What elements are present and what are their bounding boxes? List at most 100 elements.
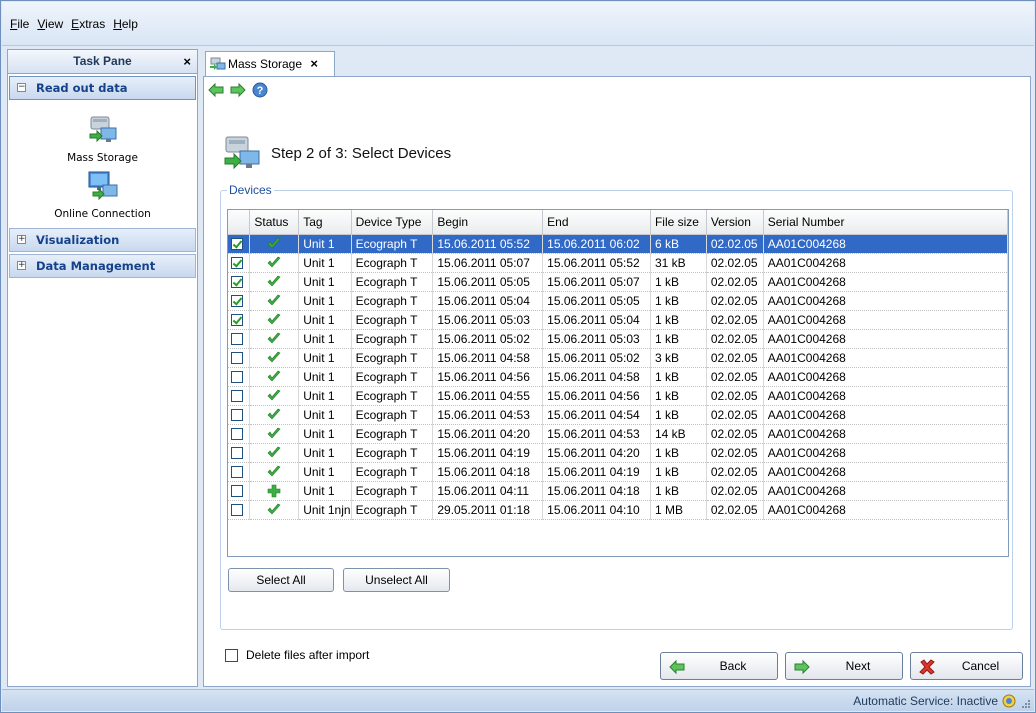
- table-row[interactable]: Unit 1 Ecograph T 15.06.2011 04:58 15.06.20…: [228, 348, 1008, 368]
- column-header-status[interactable]: Status: [249, 210, 300, 235]
- table-row[interactable]: Unit 1 Ecograph T 15.06.2011 04:19 15.06.20…: [228, 443, 1008, 463]
- row-checkbox-cell[interactable]: [228, 253, 251, 273]
- row-checkbox-cell[interactable]: [228, 367, 251, 387]
- row-checkbox-cell[interactable]: [228, 234, 251, 254]
- row-checkbox[interactable]: [231, 352, 243, 365]
- column-header-end[interactable]: End: [542, 210, 651, 235]
- table-row[interactable]: Unit 1 Ecograph T 15.06.2011 05:05 15.06.20…: [228, 272, 1008, 292]
- row-checkbox-cell[interactable]: [228, 462, 251, 482]
- row-checkbox[interactable]: [231, 390, 243, 403]
- task-item-label: Online Connection: [54, 208, 151, 220]
- column-header-tag[interactable]: Tag: [298, 210, 352, 235]
- back-arrow-icon[interactable]: [208, 82, 224, 98]
- row-checkbox-cell[interactable]: [228, 291, 251, 311]
- serial-number-cell: AA01C004268: [763, 500, 1008, 520]
- menu-item-help[interactable]: Help: [113, 17, 138, 31]
- service-status-icon[interactable]: [1001, 693, 1017, 709]
- expand-icon[interactable]: +: [17, 235, 26, 244]
- menu-item-file[interactable]: File: [10, 17, 29, 31]
- section-read-out-data[interactable]: − Read out data: [9, 76, 196, 100]
- devices-table[interactable]: Status Tag Device Type Begin End File size Ver…: [227, 209, 1009, 557]
- end-cell: 15.06.2011 05:05: [542, 291, 651, 311]
- table-row[interactable]: Unit 1 Ecograph T 15.06.2011 04:53 15.06.20…: [228, 405, 1008, 425]
- row-checkbox[interactable]: [231, 314, 243, 327]
- tab-close-icon[interactable]: ×: [310, 52, 318, 76]
- row-checkbox-cell[interactable]: [228, 272, 251, 292]
- unselect-all-button[interactable]: Unselect All: [343, 568, 450, 592]
- section-visualization[interactable]: + Visualization: [9, 228, 196, 252]
- toolbar: ?: [208, 81, 268, 99]
- menu-item-view[interactable]: View: [37, 17, 63, 31]
- row-checkbox-cell[interactable]: [228, 348, 251, 368]
- table-row[interactable]: Unit 1njn Ecograph T 29.05.2011 01:18 15.06…: [228, 500, 1008, 520]
- column-header-file-size[interactable]: File size: [650, 210, 707, 235]
- version-cell: 02.02.05: [706, 291, 764, 311]
- table-row[interactable]: Unit 1 Ecograph T 15.06.2011 05:52 15.06.20…: [228, 234, 1008, 254]
- collapse-icon[interactable]: −: [17, 83, 26, 92]
- table-row[interactable]: Unit 1 Ecograph T 15.06.2011 05:02 15.06.20…: [228, 329, 1008, 349]
- task-item-online-connection[interactable]: Online Connection: [8, 170, 197, 220]
- select-all-button[interactable]: Select All: [228, 568, 334, 592]
- serial-number-cell: AA01C004268: [763, 310, 1008, 330]
- row-checkbox-cell[interactable]: [228, 443, 251, 463]
- help-icon[interactable]: ?: [252, 82, 268, 98]
- expand-icon[interactable]: +: [17, 261, 26, 270]
- back-button[interactable]: Back: [660, 652, 778, 680]
- menu-mnemonic: E: [71, 17, 80, 31]
- table-row[interactable]: Unit 1 Ecograph T 15.06.2011 04:18 15.06.20…: [228, 462, 1008, 482]
- resize-grip-icon[interactable]: [1021, 699, 1031, 709]
- row-checkbox[interactable]: [231, 238, 243, 251]
- version-cell: 02.02.05: [706, 348, 764, 368]
- file-size-cell: 1 MB: [650, 500, 707, 520]
- column-header-version[interactable]: Version: [706, 210, 764, 235]
- row-checkbox[interactable]: [231, 504, 243, 517]
- table-row[interactable]: Unit 1 Ecograph T 15.06.2011 04:55 15.06.20…: [228, 386, 1008, 406]
- version-cell: 02.02.05: [706, 500, 764, 520]
- delete-files-checkbox[interactable]: [225, 648, 238, 662]
- row-checkbox-cell[interactable]: [228, 481, 251, 501]
- table-row[interactable]: Unit 1 Ecograph T 15.06.2011 05:07 15.06.20…: [228, 253, 1008, 273]
- menu-label-rest: elp: [121, 17, 138, 31]
- row-checkbox[interactable]: [231, 466, 243, 479]
- column-header-checkbox[interactable]: [228, 210, 251, 235]
- row-checkbox[interactable]: [231, 333, 243, 346]
- row-checkbox-cell[interactable]: [228, 405, 251, 425]
- row-checkbox-cell[interactable]: [228, 329, 251, 349]
- table-row[interactable]: Unit 1 Ecograph T 15.06.2011 04:20 15.06.20…: [228, 424, 1008, 444]
- tab-mass-storage[interactable]: Mass Storage ×: [205, 51, 335, 76]
- delete-files-option[interactable]: Delete files after import: [225, 648, 369, 662]
- status-cell: [249, 291, 300, 311]
- row-checkbox[interactable]: [231, 409, 243, 422]
- column-header-serial-number[interactable]: Serial Number: [763, 210, 1008, 235]
- cancel-button[interactable]: Cancel: [910, 652, 1023, 680]
- column-header-begin[interactable]: Begin: [432, 210, 544, 235]
- row-checkbox[interactable]: [231, 447, 243, 460]
- row-checkbox[interactable]: [231, 295, 243, 308]
- row-checkbox[interactable]: [231, 257, 243, 270]
- table-row[interactable]: Unit 1 Ecograph T 15.06.2011 05:03 15.06.20…: [228, 310, 1008, 330]
- forward-arrow-icon[interactable]: [230, 82, 246, 98]
- next-button[interactable]: Next: [785, 652, 903, 680]
- menu-mnemonic: H: [113, 17, 122, 31]
- row-checkbox-cell[interactable]: [228, 310, 251, 330]
- end-cell: 15.06.2011 06:02: [542, 234, 651, 254]
- row-checkbox-cell[interactable]: [228, 386, 251, 406]
- row-checkbox[interactable]: [231, 428, 243, 441]
- row-checkbox-cell[interactable]: [228, 424, 251, 444]
- task-pane-close-icon[interactable]: ×: [183, 50, 191, 73]
- row-checkbox[interactable]: [231, 276, 243, 289]
- check-icon: [267, 275, 281, 287]
- row-checkbox[interactable]: [231, 371, 243, 384]
- row-checkbox-cell[interactable]: [228, 500, 251, 520]
- begin-cell: 15.06.2011 05:05: [432, 272, 544, 292]
- menu-item-extras[interactable]: Extras: [71, 17, 105, 31]
- step-title: Step 2 of 3: Select Devices: [271, 145, 452, 162]
- task-item-mass-storage[interactable]: Mass Storage: [8, 114, 197, 164]
- table-row[interactable]: Unit 1 Ecograph T 15.06.2011 05:04 15.06.20…: [228, 291, 1008, 311]
- column-header-device-type[interactable]: Device Type: [351, 210, 434, 235]
- section-data-management[interactable]: + Data Management: [9, 254, 196, 278]
- row-checkbox[interactable]: [231, 485, 243, 498]
- table-row[interactable]: Unit 1 Ecograph T 15.06.2011 04:56 15.06.20…: [228, 367, 1008, 387]
- table-row[interactable]: Unit 1 Ecograph T 15.06.2011 04:11 15.06.20…: [228, 481, 1008, 501]
- version-cell: 02.02.05: [706, 234, 764, 254]
